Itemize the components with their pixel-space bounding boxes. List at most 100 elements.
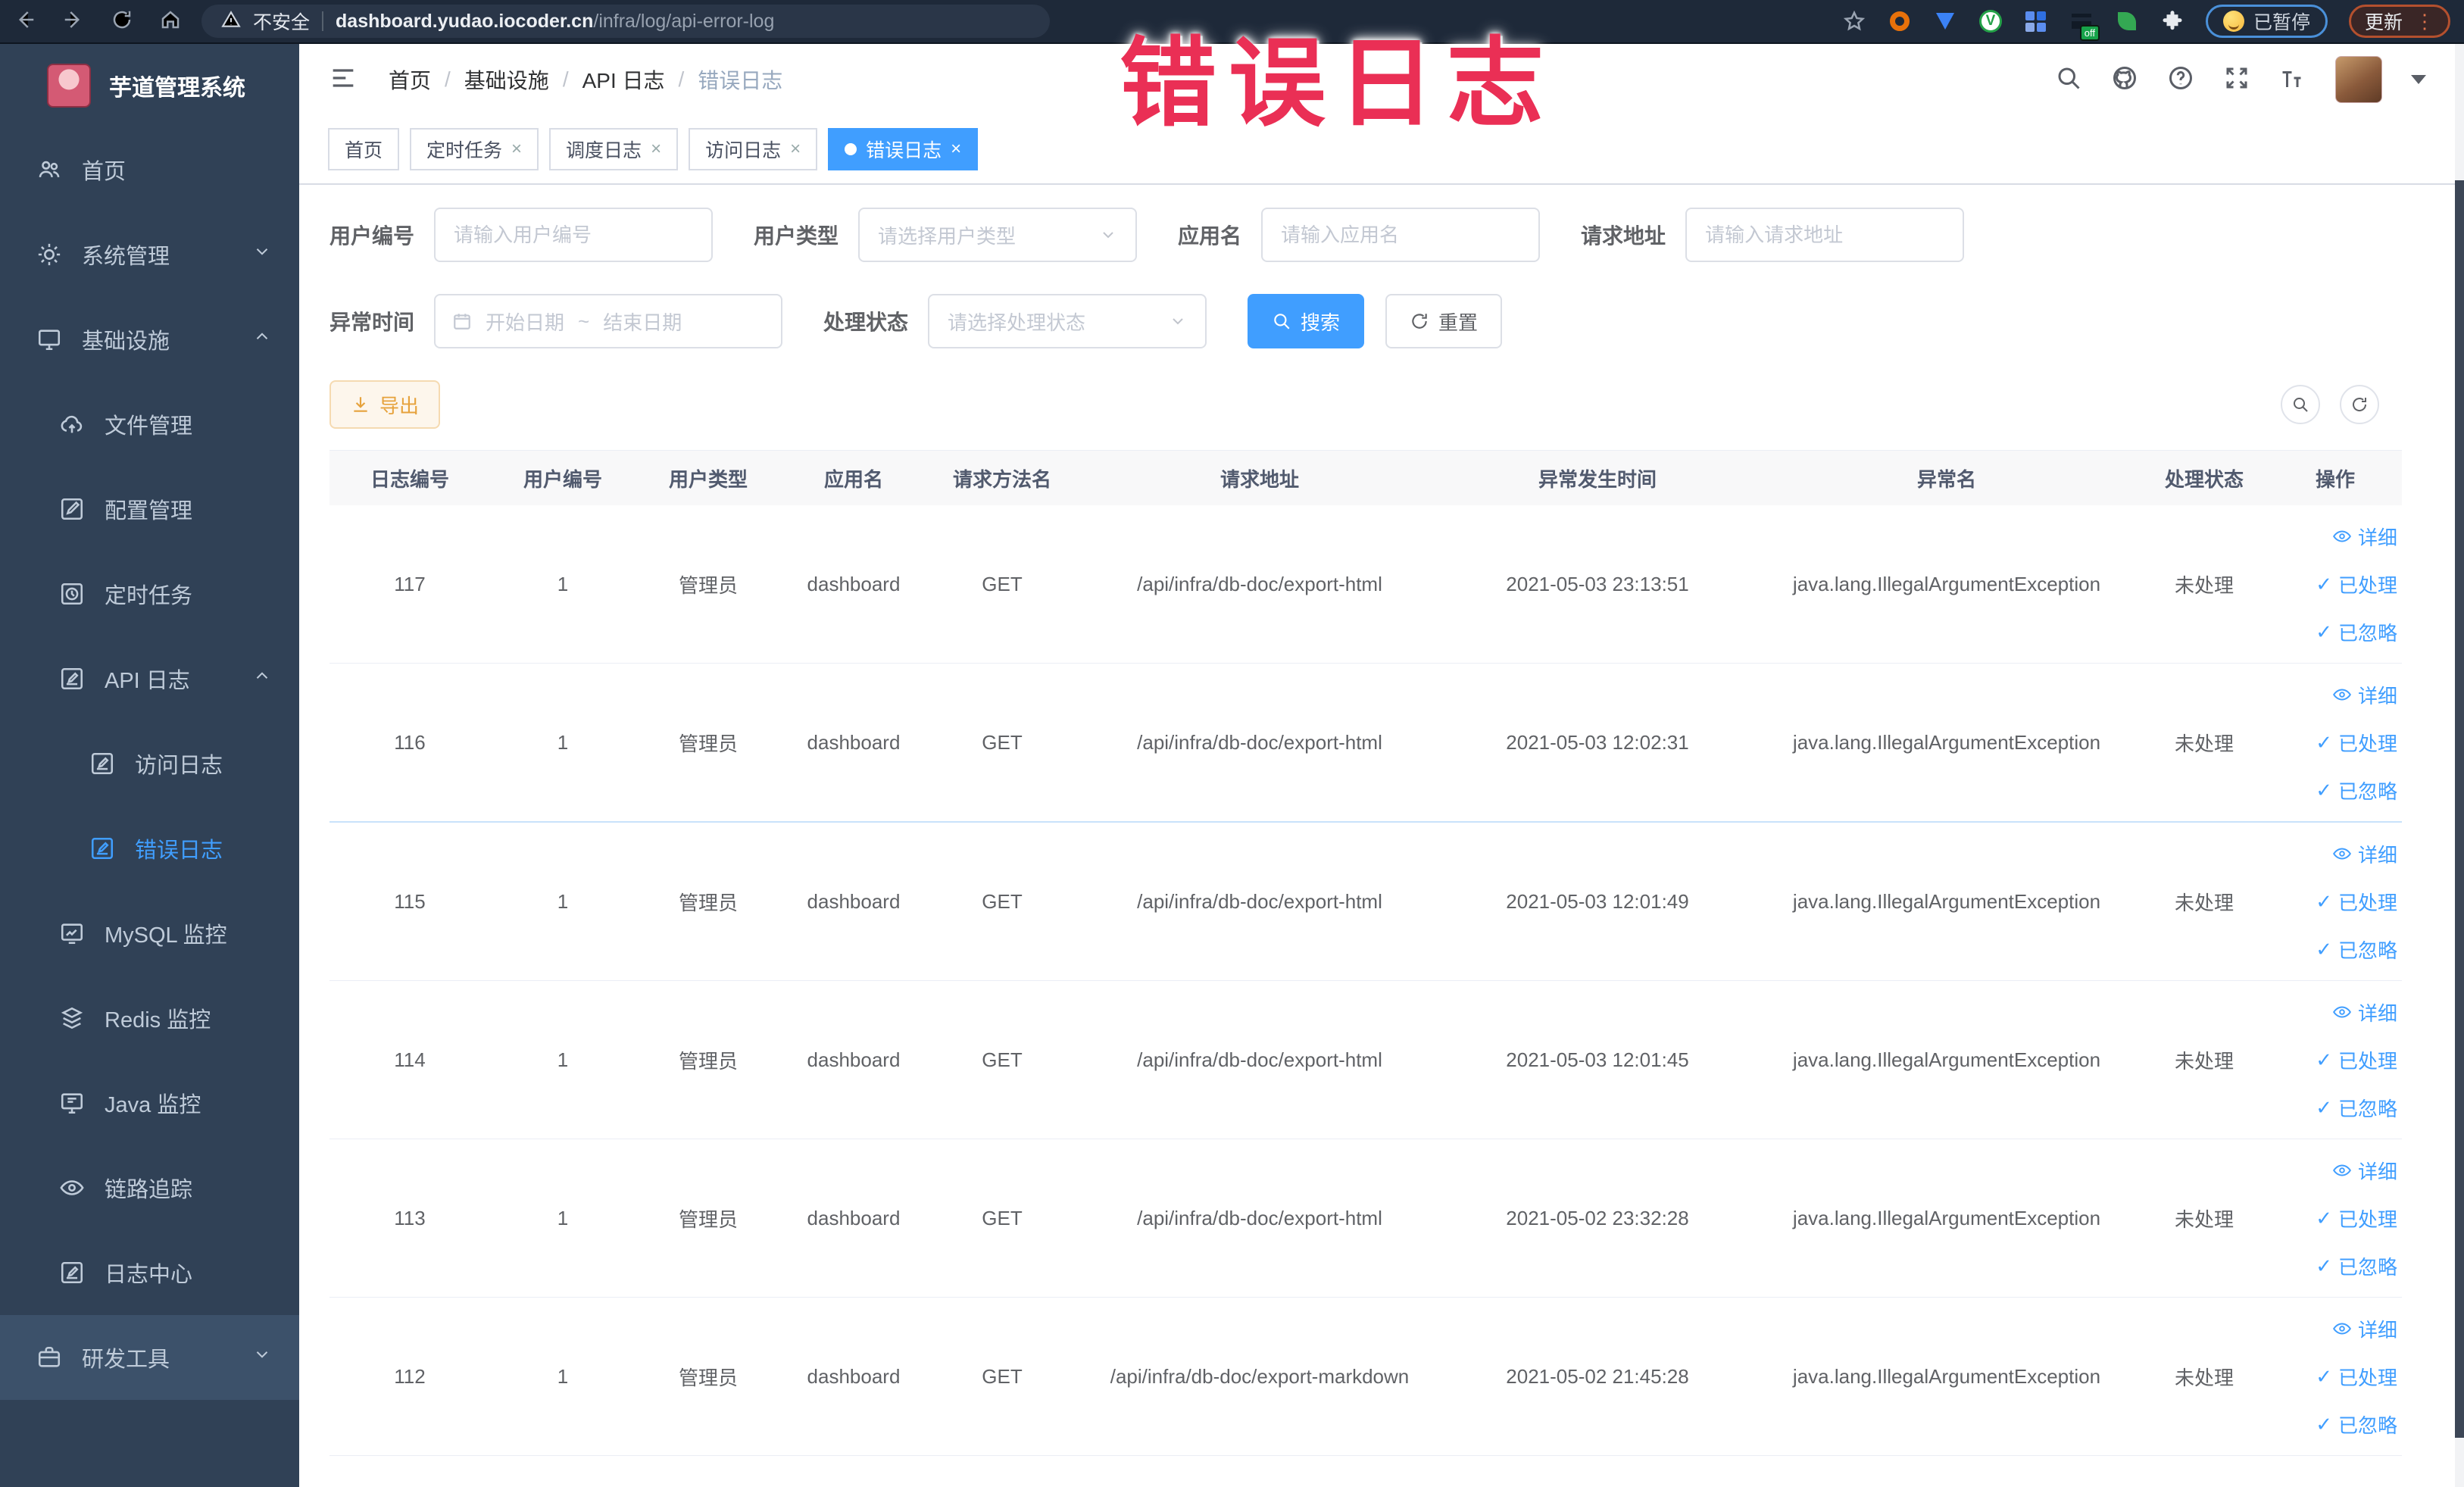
action-link-已忽略[interactable]: ✓ 已忽略: [2316, 936, 2397, 964]
column-header-日志编号: 日志编号: [370, 467, 449, 491]
page-scrollbar[interactable]: [2455, 44, 2464, 1487]
security-warning-icon[interactable]: [221, 10, 241, 33]
sidebar-item-访问日志[interactable]: 访问日志: [0, 721, 299, 806]
extension-off-icon[interactable]: off: [2069, 9, 2100, 41]
action-link-已处理[interactable]: ✓ 已处理: [2316, 1363, 2397, 1391]
user-type-select[interactable]: 请选择用户类型: [858, 208, 1138, 262]
breadcrumb-item[interactable]: 首页: [389, 64, 431, 95]
sidebar-item-定时任务[interactable]: 定时任务: [0, 551, 299, 636]
bookmark-star-icon[interactable]: [1842, 9, 1866, 33]
user-id-input[interactable]: [434, 208, 714, 262]
action-link-详细[interactable]: 详细: [2332, 1157, 2397, 1185]
refresh-table-button[interactable]: [2340, 385, 2379, 424]
extension-grid-icon[interactable]: [2024, 9, 2048, 33]
reset-button[interactable]: 重置: [1385, 294, 1503, 348]
sidebar-item-研发工具[interactable]: 研发工具: [0, 1315, 299, 1400]
close-icon[interactable]: ×: [951, 139, 961, 160]
fullscreen-icon[interactable]: [2223, 64, 2250, 95]
sidebar-item-日志中心[interactable]: 日志中心: [0, 1230, 299, 1315]
browser-back-icon[interactable]: [14, 8, 36, 35]
export-button[interactable]: 导出: [329, 380, 441, 429]
close-icon[interactable]: ×: [790, 139, 801, 160]
cloud-upload-icon: [61, 415, 83, 433]
sidebar-item-链路追踪[interactable]: 链路追踪: [0, 1145, 299, 1230]
exception-time-range-picker[interactable]: 开始日期 ~ 结束日期: [434, 294, 783, 348]
request-url-input[interactable]: [1685, 208, 1965, 262]
action-label: 详细: [2357, 1160, 2397, 1183]
scrollbar-thumb[interactable]: [2455, 180, 2464, 1438]
sidebar-item-Redis 监控[interactable]: Redis 监控: [0, 976, 299, 1061]
search-button[interactable]: 搜索: [1248, 294, 1365, 348]
action-link-已忽略[interactable]: ✓ 已忽略: [2316, 1252, 2397, 1280]
action-link-已处理[interactable]: ✓ 已处理: [2316, 570, 2397, 598]
chevron-down-icon[interactable]: [2411, 75, 2426, 84]
sidebar-item-MySQL 监控[interactable]: MySQL 监控: [0, 891, 299, 976]
font-size-icon[interactable]: [2279, 64, 2306, 95]
action-link-已处理[interactable]: ✓ 已处理: [2316, 729, 2397, 757]
action-link-已处理[interactable]: ✓ 已处理: [2316, 888, 2397, 916]
extension-blue-icon[interactable]: [1933, 9, 1957, 33]
cell-status: 未处理: [2174, 1049, 2234, 1073]
toggle-search-button[interactable]: [2281, 385, 2320, 424]
action-link-详细[interactable]: 详细: [2332, 998, 2397, 1026]
sidebar-item-文件管理[interactable]: 文件管理: [0, 382, 299, 467]
doc-edit-icon: [59, 666, 85, 692]
sidebar-item-label: 日志中心: [105, 1263, 193, 1287]
action-link-已忽略[interactable]: ✓ 已忽略: [2316, 1410, 2397, 1439]
action-link-详细[interactable]: 详细: [2332, 1315, 2397, 1343]
browser-reload-icon[interactable]: [111, 8, 133, 35]
cell-user-type: 管理员: [678, 891, 738, 914]
profile-paused-badge[interactable]: 已暂停: [2205, 5, 2328, 38]
app-logo-row[interactable]: 芋道管理系统: [0, 44, 299, 127]
browser-menu-icon[interactable]: ⋮: [2415, 11, 2434, 31]
action-link-已处理[interactable]: ✓ 已处理: [2316, 1046, 2397, 1074]
tag-tab-调度日志[interactable]: 调度日志 ×: [549, 128, 679, 170]
sidebar: 芋道管理系统 首页 系统管理 基础设施 文件管理 配置管理 定时任务 API 日志访问日志错…: [0, 44, 299, 1487]
search-icon[interactable]: [2055, 64, 2082, 95]
search-icon: [2294, 398, 2308, 412]
action-link-详细[interactable]: 详细: [2332, 523, 2397, 551]
user-avatar[interactable]: [2335, 56, 2382, 103]
close-icon[interactable]: ×: [651, 139, 661, 160]
address-bar[interactable]: 不安全 dashboard.yudao.iocoder.cn/infra/log…: [201, 5, 1050, 38]
close-icon[interactable]: ×: [511, 139, 522, 160]
extension-leaf-icon[interactable]: [2115, 9, 2139, 33]
sidebar-item-首页[interactable]: 首页: [0, 127, 299, 212]
status-select[interactable]: 请选择处理状态: [928, 294, 1207, 348]
action-link-已忽略[interactable]: ✓ 已忽略: [2316, 776, 2397, 804]
action-link-已忽略[interactable]: ✓ 已忽略: [2316, 1094, 2397, 1122]
tag-tab-访问日志[interactable]: 访问日志 ×: [689, 128, 818, 170]
eye-icon: [60, 1180, 84, 1195]
sidebar-item-基础设施[interactable]: 基础设施: [0, 297, 299, 382]
action-link-已忽略[interactable]: ✓ 已忽略: [2316, 618, 2397, 646]
tag-tab-错误日志[interactable]: 错误日志 ×: [828, 128, 979, 170]
cell-log-id: 115: [394, 889, 426, 913]
app-name-input[interactable]: [1261, 208, 1541, 262]
sidebar-item-错误日志[interactable]: 错误日志: [0, 806, 299, 891]
help-icon[interactable]: [2167, 64, 2194, 95]
action-link-已处理[interactable]: ✓ 已处理: [2316, 1204, 2397, 1232]
browser-home-icon[interactable]: [159, 8, 182, 35]
tag-tab-定时任务[interactable]: 定时任务 ×: [410, 128, 539, 170]
sidebar-item-配置管理[interactable]: 配置管理: [0, 467, 299, 551]
hamburger-icon[interactable]: [328, 63, 358, 97]
extensions-puzzle-icon[interactable]: [2160, 9, 2184, 33]
action-link-详细[interactable]: 详细: [2332, 681, 2397, 709]
cell-method: GET: [982, 1364, 1023, 1388]
extension-orange-icon[interactable]: [1888, 9, 1912, 33]
extension-green-v-icon[interactable]: V: [1978, 9, 2003, 33]
sidebar-item-Java 监控[interactable]: Java 监控: [0, 1061, 299, 1145]
sidebar-item-系统管理[interactable]: 系统管理: [0, 212, 299, 297]
github-icon[interactable]: [2111, 64, 2138, 95]
sidebar-item-API 日志[interactable]: API 日志: [0, 636, 299, 721]
doc-edit-icon: [61, 667, 83, 690]
action-link-详细[interactable]: 详细: [2332, 840, 2397, 868]
sidebar-item-label: API 日志: [105, 669, 190, 693]
breadcrumb-item[interactable]: 基础设施: [464, 64, 549, 95]
browser-toolbar: 不安全 dashboard.yudao.iocoder.cn/infra/log…: [0, 0, 2464, 44]
browser-forward-icon[interactable]: [62, 8, 85, 35]
breadcrumb-item[interactable]: API 日志: [582, 64, 665, 95]
browser-update-button[interactable]: 更新 ⋮: [2348, 5, 2450, 38]
tag-tab-首页[interactable]: 首页: [328, 128, 400, 170]
action-label: 详细: [2357, 1001, 2397, 1025]
